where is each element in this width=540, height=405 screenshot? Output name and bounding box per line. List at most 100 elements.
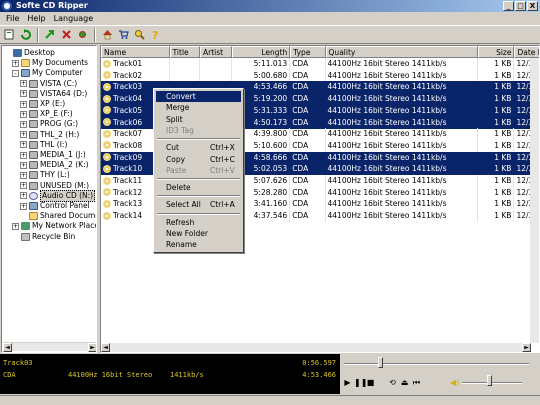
eject-icon[interactable]: ⏏ <box>400 378 409 387</box>
tree-item[interactable]: + Audio CD (N:) <box>20 189 96 202</box>
context-menu-item-copy[interactable]: Copy Ctrl+C <box>156 154 241 165</box>
tree-item[interactable]: Shared Documents <box>20 211 96 221</box>
expand-toggle[interactable]: + <box>20 80 27 88</box>
column-header[interactable]: Title <box>169 46 200 58</box>
context-menu-item-rename[interactable]: Rename <box>156 239 241 250</box>
tree-item[interactable]: + My Documents <box>12 58 88 68</box>
tree-item[interactable]: + XP_E (F:) <box>20 109 73 119</box>
cd-track-icon <box>103 199 111 208</box>
expand-toggle[interactable]: + <box>12 59 19 67</box>
table-row[interactable]: Track01 5:11.013 CDA 44100Hz 16bit Stereo 1… <box>101 58 539 70</box>
volume-track[interactable] <box>462 382 522 384</box>
expand-toggle[interactable]: + <box>20 202 27 210</box>
drive-icon <box>29 79 38 88</box>
column-header[interactable]: Quality <box>325 46 479 58</box>
seek-slider[interactable] <box>378 357 384 368</box>
expand-toggle[interactable]: + <box>20 171 27 179</box>
maximize-button[interactable]: □ <box>515 1 526 11</box>
expand-toggle[interactable]: + <box>20 151 27 159</box>
context-menu-item-cut[interactable]: Cut Ctrl+X <box>156 142 241 153</box>
expand-toggle[interactable]: + <box>20 131 27 139</box>
column-header[interactable]: Date M <box>514 46 539 58</box>
expand-toggle[interactable]: - <box>12 69 19 77</box>
context-menu-item-merge[interactable]: Merge <box>156 102 241 113</box>
column-header[interactable]: Size <box>478 46 515 58</box>
tree-item[interactable]: + PROG (G:) <box>20 119 78 129</box>
tree-item[interactable]: + XP (E:) <box>20 99 65 109</box>
scroll-right-button[interactable]: ► <box>522 343 531 352</box>
expand-toggle[interactable]: + <box>20 100 27 108</box>
search-icon[interactable] <box>133 28 146 41</box>
tree-item-label: THY (L:) <box>40 170 70 180</box>
minimize-button[interactable]: _ <box>503 1 514 11</box>
expand-toggle[interactable]: + <box>20 182 27 190</box>
refresh-icon[interactable] <box>19 28 32 41</box>
close-icon[interactable] <box>60 28 73 41</box>
drive-icon <box>29 100 38 108</box>
menu-language[interactable]: Language <box>50 12 97 25</box>
tree-item[interactable]: + MEDIA_1 (J:) <box>20 150 86 160</box>
tree-item[interactable]: + VISTA64 (D:) <box>20 89 87 99</box>
tree-item[interactable]: + My Network Places <box>12 221 96 231</box>
pause-icon[interactable]: ❚❚ <box>354 378 367 387</box>
app-icon <box>2 1 12 11</box>
column-header[interactable]: Artist <box>200 46 233 58</box>
tree-item[interactable]: + MEDIA_2 (K:) <box>20 160 89 170</box>
new-icon[interactable] <box>3 28 16 41</box>
tree-item[interactable]: + THL_2 (H:) <box>20 130 79 140</box>
tree-item[interactable]: + Control Panel <box>20 201 90 211</box>
cd-track-icon <box>103 164 111 173</box>
tree-item[interactable]: - My Computer <box>12 68 83 78</box>
list-vertical-scrollbar[interactable] <box>530 58 539 343</box>
cart-icon[interactable] <box>117 28 130 41</box>
column-header[interactable]: Length <box>232 46 291 58</box>
column-header[interactable]: Name <box>101 46 170 58</box>
context-menu-item-new-folder[interactable]: New Folder <box>156 228 241 239</box>
context-menu-item-delete[interactable]: Delete <box>156 182 241 193</box>
home-icon[interactable] <box>101 28 114 41</box>
track-quality-cell: 44100Hz 16bit Stereo 1411kb/s <box>326 198 479 211</box>
tree-item[interactable]: + THL (I:) <box>20 140 67 150</box>
volume-slider[interactable] <box>486 375 492 386</box>
folder-tree[interactable]: Desktop + My Documents - My Computer + VISTA (… <box>1 45 97 353</box>
list-horizontal-scrollbar[interactable]: ◄ ► <box>101 343 531 352</box>
cd-track-icon <box>103 94 111 103</box>
track-quality-cell: 44100Hz 16bit Stereo 1411kb/s <box>326 175 479 187</box>
column-header[interactable]: Type <box>290 46 326 58</box>
expand-toggle[interactable]: + <box>20 90 27 98</box>
scroll-left-button[interactable]: ◄ <box>3 343 12 352</box>
title-bar[interactable]: Softe CD Ripper _ □ X <box>0 0 540 12</box>
repeat-icon[interactable]: ⟲ <box>388 378 397 387</box>
context-menu-item-convert[interactable]: Convert <box>156 91 241 102</box>
tree-item[interactable]: + THY (L:) <box>20 170 70 180</box>
previous-icon[interactable]: ⏮ <box>412 378 421 387</box>
stop-icon[interactable]: ■ <box>366 378 375 387</box>
tree-item[interactable]: + VISTA (C:) <box>20 79 77 89</box>
tree-item[interactable]: Recycle Bin <box>12 232 75 242</box>
expand-toggle[interactable]: + <box>12 222 19 230</box>
context-menu-item-refresh[interactable]: Refresh <box>156 217 241 228</box>
forward-icon[interactable] <box>44 28 57 41</box>
help-icon[interactable]: ? <box>149 28 162 41</box>
settings-icon[interactable] <box>76 28 89 41</box>
close-button[interactable]: X <box>527 1 538 11</box>
tree-item-label: Audio CD (N:) <box>40 189 96 202</box>
play-icon[interactable]: ▶ <box>343 378 352 387</box>
expand-toggle[interactable]: + <box>20 120 27 128</box>
expand-toggle[interactable]: + <box>20 192 27 200</box>
table-row[interactable]: Track02 5:00.680 CDA 44100Hz 16bit Stereo 1… <box>101 69 539 82</box>
expand-toggle[interactable]: + <box>20 161 27 169</box>
scroll-right-button[interactable]: ► <box>88 343 96 352</box>
tree-horizontal-scrollbar[interactable]: ◄ ► <box>3 342 96 352</box>
menu-help[interactable]: Help <box>23 12 49 25</box>
cd-track-icon <box>103 129 111 138</box>
tree-item[interactable]: Desktop <box>4 48 55 58</box>
context-menu-item-split[interactable]: Split <box>156 114 241 125</box>
expand-toggle[interactable]: + <box>20 110 27 118</box>
scroll-left-button[interactable]: ◄ <box>101 343 110 352</box>
seek-track[interactable] <box>344 363 529 365</box>
expand-toggle[interactable]: + <box>20 141 27 149</box>
menu-separator <box>157 195 240 198</box>
menu-file[interactable]: File <box>2 12 23 25</box>
context-menu-item-select-all[interactable]: Select All Ctrl+A <box>156 199 241 210</box>
